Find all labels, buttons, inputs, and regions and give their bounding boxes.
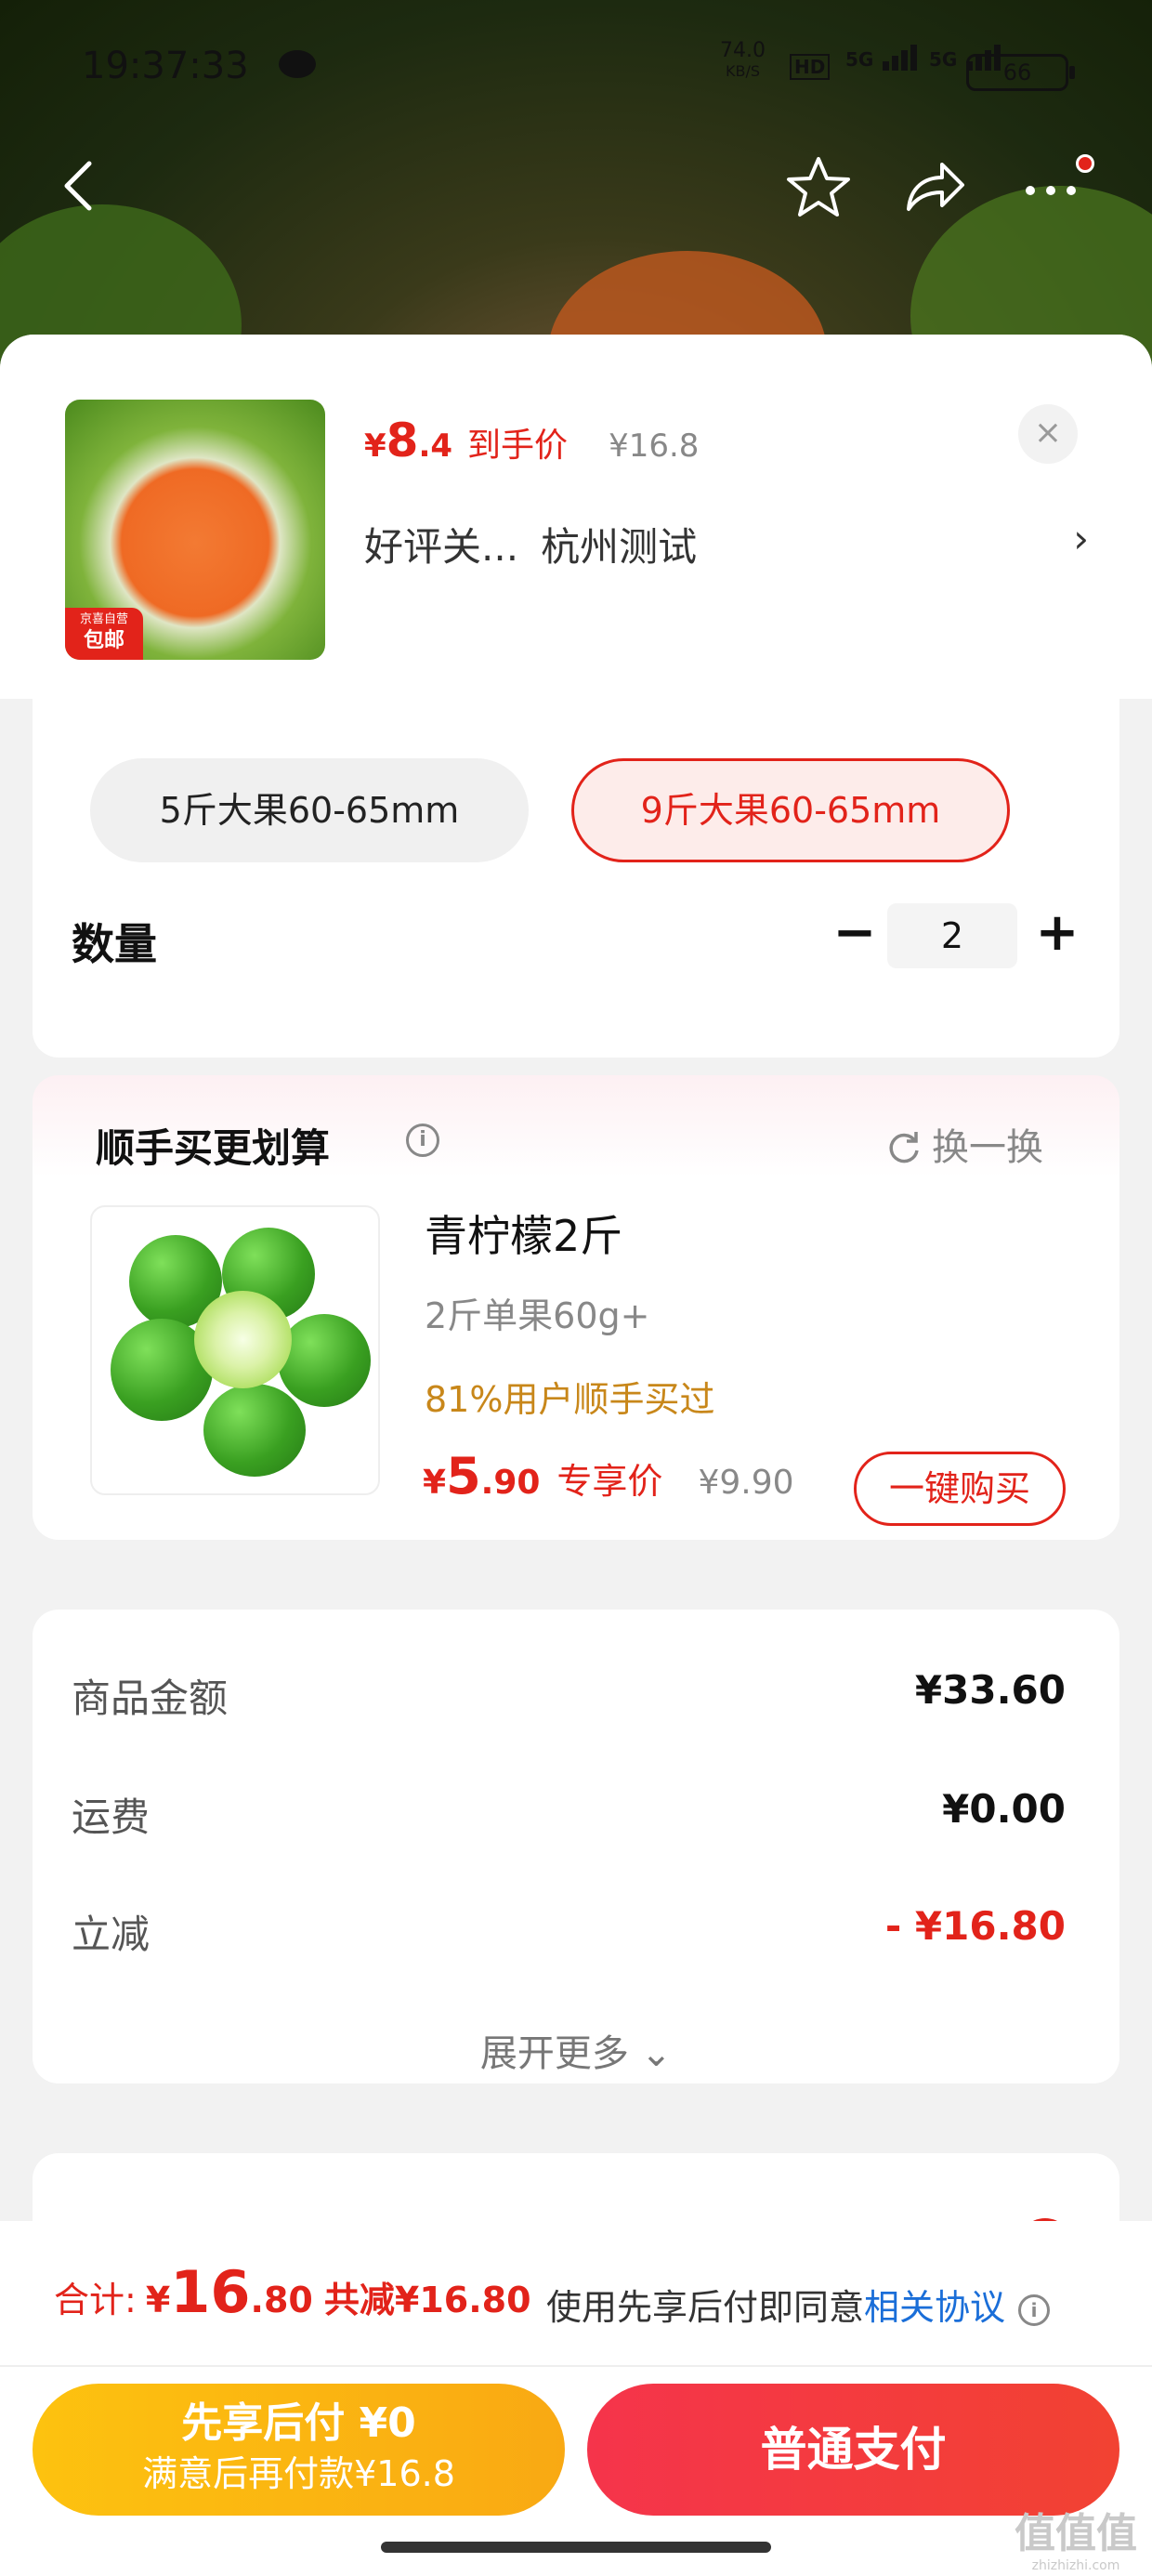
signal-label: 5G xyxy=(929,48,958,71)
swap-button[interactable]: 换一换 xyxy=(885,1117,1043,1171)
divider xyxy=(0,2365,1152,2367)
summary-row: 立减 - ¥16.80 xyxy=(72,1903,1066,1960)
summary-row: 运费 ¥0.00 xyxy=(72,1786,1066,1843)
hd-voice-badge: HD xyxy=(790,54,831,80)
upsell-card: 顺手买更划算 i 换一换 青柠檬2斤 2斤单果60g+ 81%用户顺手买过 ¥5… xyxy=(33,1075,1119,1540)
summary-row: 商品金额 ¥33.60 xyxy=(72,1667,1066,1724)
review-summary: 好评关... xyxy=(364,524,519,570)
total-saved: 共减¥16.80 xyxy=(323,2280,531,2320)
watermark-logo: 值值值 zhizhizhi.com xyxy=(1011,2500,1141,2572)
price-integer: 8 xyxy=(386,414,419,467)
battery-indicator: 66 xyxy=(966,54,1075,91)
summary-label: 运费 xyxy=(72,1794,151,1840)
share-icon[interactable] xyxy=(901,153,968,220)
top-nav xyxy=(0,149,1152,223)
upsell-product-name[interactable]: 青柠檬2斤 xyxy=(425,1203,622,1264)
refresh-icon xyxy=(885,1126,923,1169)
order-summary-card: 商品金额 ¥33.60 运费 ¥0.00 立减 - ¥16.80 展开更多 ⌄ xyxy=(33,1610,1119,2083)
close-button[interactable]: × xyxy=(1018,404,1078,464)
spec-option[interactable]: 5斤大果60-65mm xyxy=(90,758,529,862)
normal-pay-button[interactable]: 普通支付 xyxy=(587,2384,1119,2516)
watermark-url: zhizhizhi.com xyxy=(1031,2558,1120,2573)
summary-value-discount: - ¥16.80 xyxy=(884,1903,1066,1949)
lime-product-image xyxy=(90,1205,380,1495)
total-row: 合计: ¥16.80 共减¥16.80 使用先享后付即同意相关协议 i xyxy=(54,2258,1122,2333)
status-time: 19:37:33 xyxy=(82,45,249,87)
spec-card: 5斤大果60-65mm 9斤大果60-65mm 数量 − 2 + xyxy=(33,632,1119,1058)
price-symbol: ¥ xyxy=(423,1464,447,1502)
summary-value: ¥0.00 xyxy=(942,1786,1066,1832)
spec-option-selected[interactable]: 9斤大果60-65mm xyxy=(571,758,1010,862)
agreement-link[interactable]: 相关协议 xyxy=(864,2287,1005,2328)
notification-dot xyxy=(1076,154,1094,173)
price-integer: 5 xyxy=(446,1447,481,1505)
price-tag: 到手价 xyxy=(467,427,569,465)
badge-line1: 京喜自营 xyxy=(79,612,128,626)
sheet-header: 京喜自营 包邮 ¥8.4 到手价 ¥16.8 × 好评关... 杭州测试 › xyxy=(0,335,1152,699)
network-speed-unit: KB/S xyxy=(725,62,760,80)
total-symbol: ¥ xyxy=(145,2280,171,2320)
star-icon[interactable] xyxy=(785,153,852,220)
total-label: 合计: xyxy=(54,2280,137,2320)
price-decimal: .90 xyxy=(480,1464,541,1502)
summary-label: 商品金额 xyxy=(72,1676,229,1721)
signal-label: 5G xyxy=(845,48,874,71)
upsell-buy-stat: 81%用户顺手买过 xyxy=(425,1379,715,1420)
watermark-text: 值值值 xyxy=(1015,2510,1137,2557)
upsell-price-row: ¥5.90 专享价 ¥9.90 xyxy=(423,1447,794,1505)
network-speed: 74.0 KB/S xyxy=(720,41,766,82)
agreement-prefix: 使用先享后付即同意 xyxy=(546,2287,865,2328)
original-price: ¥16.8 xyxy=(609,427,700,465)
signal-5g-icon: 5G xyxy=(845,45,918,71)
wechat-notification-icon xyxy=(279,50,316,78)
pay-later-button[interactable]: 先享后付 ¥0 满意后再付款¥16.8 xyxy=(33,2384,565,2516)
quantity-input[interactable]: 2 xyxy=(887,903,1017,968)
price-decimal: .4 xyxy=(418,427,453,465)
info-icon[interactable]: i xyxy=(406,1124,439,1157)
total-decimal: .80 xyxy=(250,2280,313,2320)
delivery-address-row[interactable]: 好评关... 杭州测试 › xyxy=(364,516,1089,572)
expand-more-button[interactable]: 展开更多 ⌄ xyxy=(33,2023,1119,2077)
price-symbol: ¥ xyxy=(364,427,386,465)
chevron-right-icon: › xyxy=(1073,516,1089,561)
home-indicator xyxy=(381,2542,771,2553)
summary-value: ¥33.60 xyxy=(914,1667,1066,1713)
upsell-title: 顺手买更划算 xyxy=(96,1125,331,1171)
badge-line2: 包邮 xyxy=(83,629,124,652)
network-speed-value: 74.0 xyxy=(720,39,766,62)
summary-label: 立减 xyxy=(72,1912,151,1957)
signal-bars-icon xyxy=(880,45,918,71)
status-bar: 19:37:33 74.0 KB/S HD 5G 5G 66 xyxy=(0,37,1152,102)
original-price: ¥9.90 xyxy=(698,1464,794,1502)
price-tag: 专享价 xyxy=(556,1461,663,1502)
delivery-location: 杭州测试 xyxy=(541,524,698,570)
quantity-increase-button[interactable]: + xyxy=(1025,903,1090,968)
price-row: ¥8.4 到手价 ¥16.8 xyxy=(364,414,699,469)
upsell-product-spec: 2斤单果60g+ xyxy=(425,1295,650,1336)
checkout-bar: 合计: ¥16.80 共减¥16.80 使用先享后付即同意相关协议 i 先享后付 ¥0… xyxy=(0,2221,1152,2576)
free-shipping-badge: 京喜自营 包邮 xyxy=(65,608,143,660)
quantity-decrease-button[interactable]: − xyxy=(822,903,887,968)
swap-label: 换一换 xyxy=(932,1126,1043,1169)
back-icon[interactable] xyxy=(56,158,102,214)
info-icon[interactable]: i xyxy=(1018,2293,1051,2326)
product-thumbnail: 京喜自营 包邮 xyxy=(65,400,325,660)
quantity-label: 数量 xyxy=(72,919,157,969)
total-integer: 16 xyxy=(170,2258,251,2326)
agreement-text: 使用先享后付即同意相关协议 i xyxy=(546,2279,1051,2330)
pay-later-subtitle: 满意后再付款¥16.8 xyxy=(142,2453,455,2494)
pay-later-title: 先享后付 ¥0 xyxy=(181,2399,416,2447)
one-click-buy-button[interactable]: 一键购买 xyxy=(854,1452,1066,1526)
